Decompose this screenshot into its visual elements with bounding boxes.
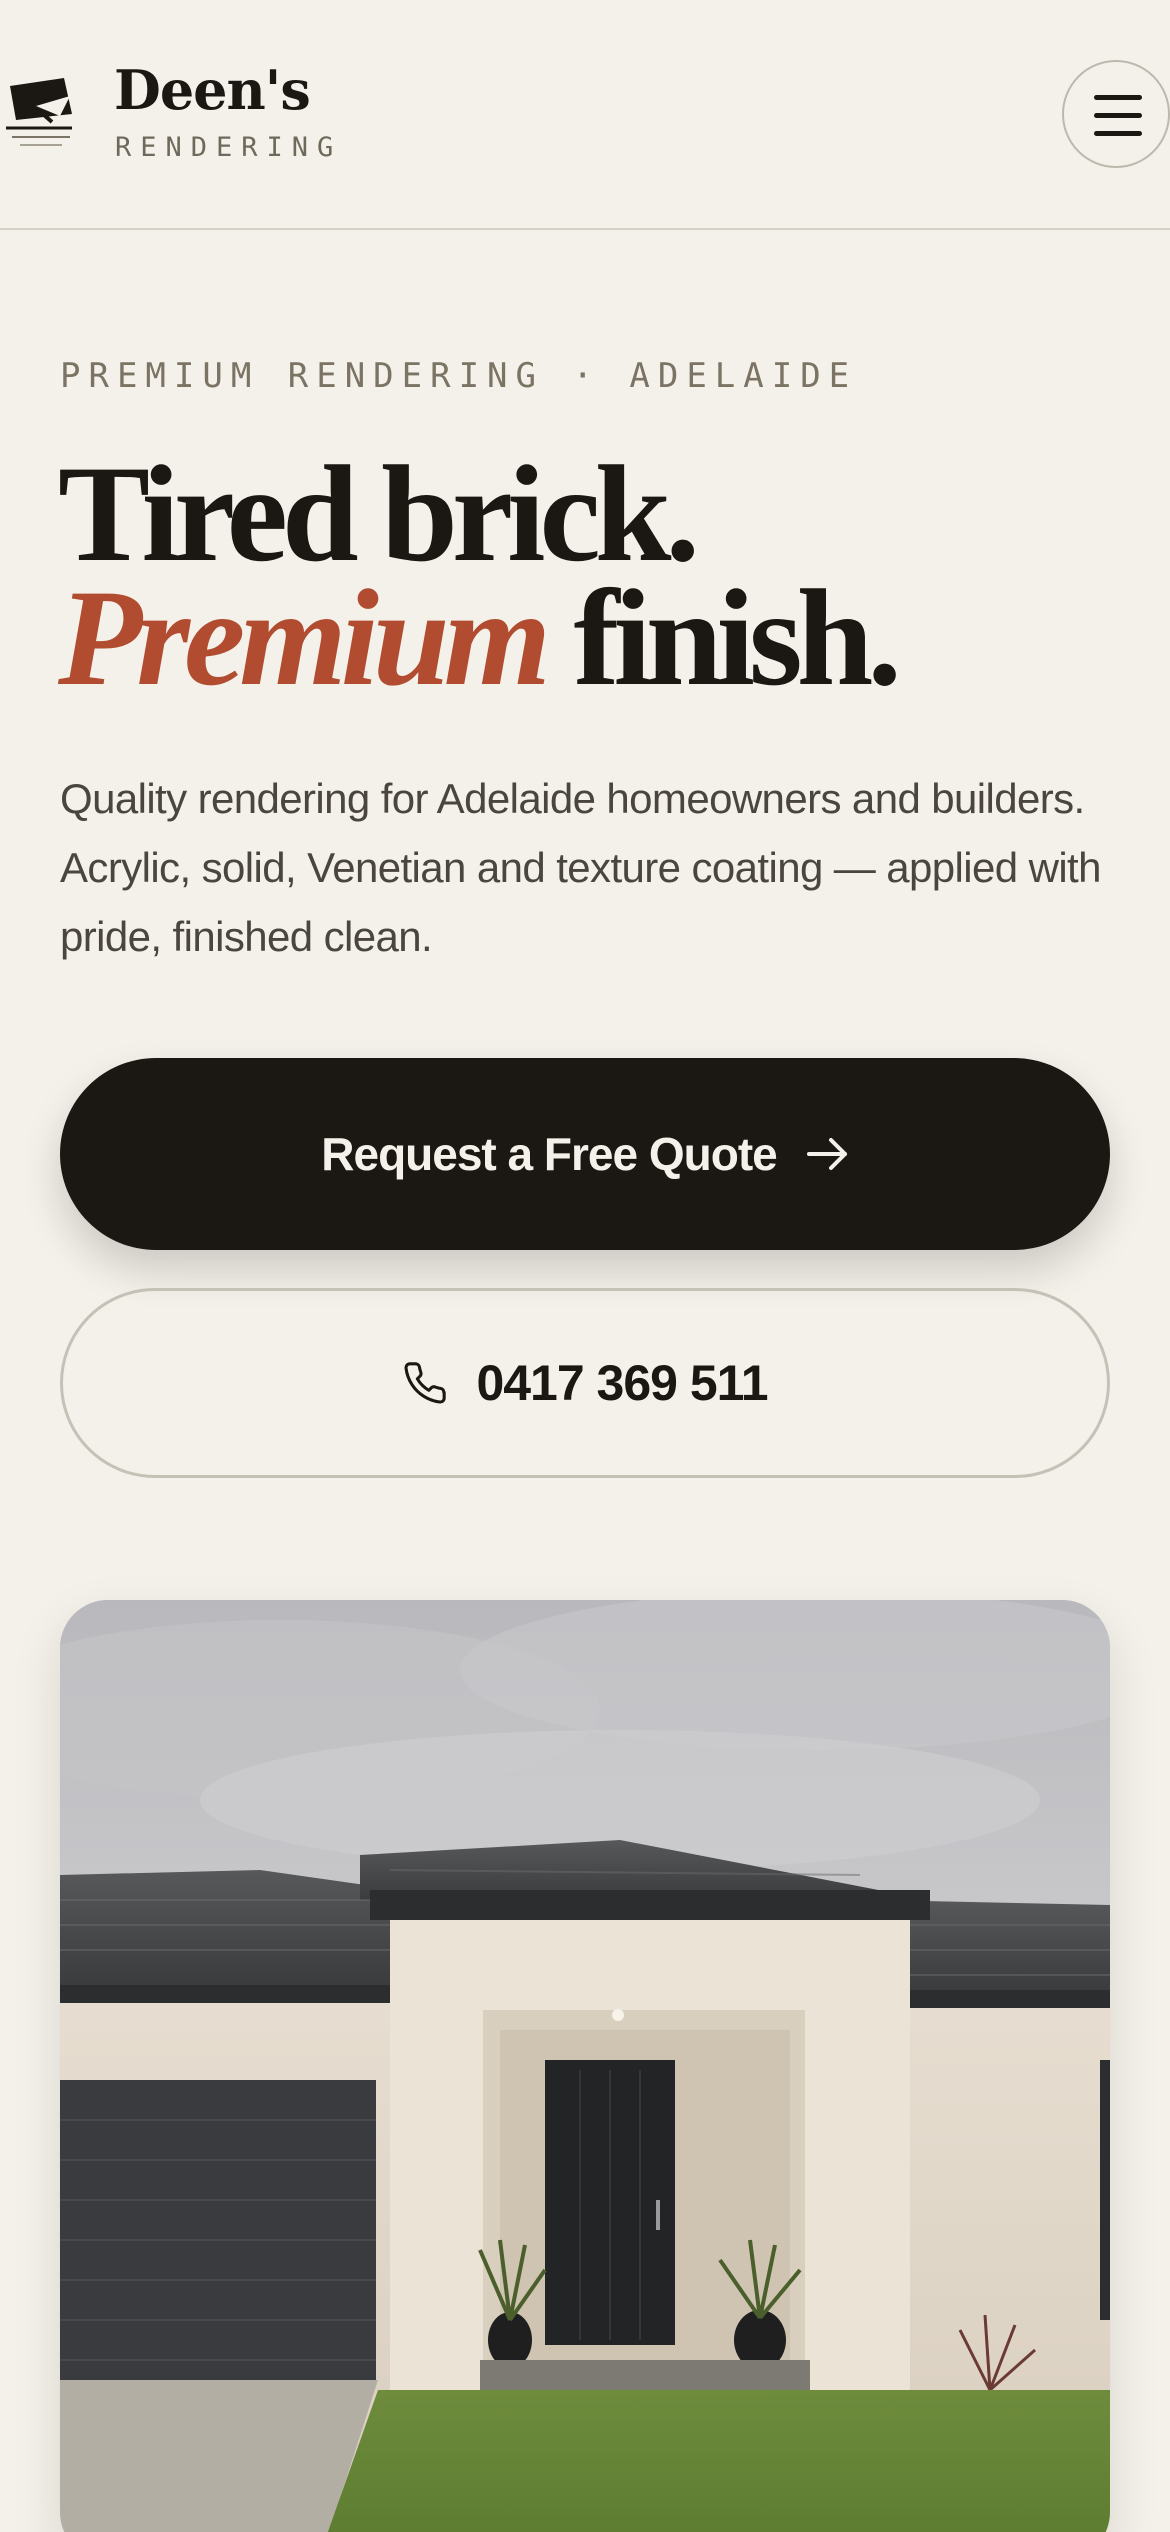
request-quote-button[interactable]: Request a Free Quote	[60, 1058, 1110, 1250]
hero-description: Quality rendering for Adelaide homeowner…	[60, 775, 1101, 960]
request-quote-label: Request a Free Quote	[321, 1128, 777, 1180]
headline-accent: Premium	[58, 561, 551, 714]
site-header: Deen's RENDERING	[0, 0, 1170, 230]
eyebrow-text: PREMIUM RENDERING · ADELAIDE	[60, 356, 858, 396]
hero-headline: Tired brick. Premium finish.	[58, 437, 1138, 707]
headline-line-1: Tired brick.	[58, 437, 700, 590]
menu-button[interactable]	[1062, 60, 1170, 168]
rendered-house-photo	[60, 1600, 1110, 2532]
headline-rest: finish.	[573, 561, 902, 714]
trowel-icon	[6, 78, 72, 146]
hero-house-image	[60, 1600, 1110, 2532]
phone-icon	[404, 1362, 447, 1404]
call-phone-button[interactable]: 0417 369 511	[60, 1288, 1110, 1478]
headline-line-2: Premium finish.	[58, 569, 1138, 707]
phone-number: 0417 369 511	[476, 1355, 768, 1411]
brand-name: Deen's	[114, 58, 311, 122]
arrow-right-icon	[806, 1138, 847, 1170]
brand-subtitle: RENDERING	[115, 132, 343, 163]
page: Deen's RENDERING PREMIUM RENDERING · ADE…	[0, 0, 1170, 2532]
